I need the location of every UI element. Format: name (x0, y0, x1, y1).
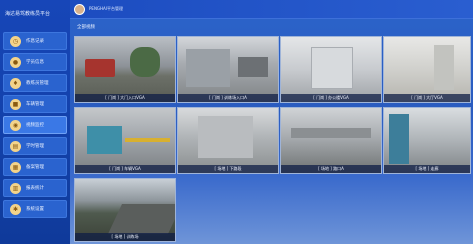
sidebar-item-label: 车辆管理 (26, 102, 44, 107)
header: PENGHAI平台管理 (70, 0, 473, 19)
file-icon: ▦ (10, 161, 21, 173)
camera-feed (75, 37, 175, 102)
book-icon: ▤ (10, 140, 21, 152)
sidebar-item-filing[interactable]: ▦ 备案管理 (3, 158, 67, 176)
coach-icon: ♦ (10, 77, 21, 89)
chart-icon: ▥ (10, 182, 21, 194)
sidebar-item-reports[interactable]: ▥ 报表统计 (3, 179, 67, 197)
camera-tile[interactable]: [ 门岗 ] 大厅VGA (383, 36, 471, 103)
sidebar-item-hours[interactable]: ▤ 学时管理 (3, 137, 67, 155)
camera-feed (281, 108, 381, 173)
sidebar-item-vehicles[interactable]: ■ 车辆管理 (3, 95, 67, 113)
camera-tile[interactable]: [ 场地 ] 下路段 (177, 107, 279, 174)
camera-tile[interactable]: [ 门岗 ] 大门入口VGA (74, 36, 176, 103)
camera-tile[interactable]: [ 门岗 ] 训练场入口A (177, 36, 279, 103)
camera-feed (281, 37, 381, 102)
sidebar-item-label: 学员信息 (26, 60, 44, 65)
camera-tile[interactable]: [ 场地 ] 路口A (280, 107, 382, 174)
sidebar-item-video[interactable]: ◉ 视频监控 (3, 116, 67, 134)
camera-caption: [ 门岗 ] 大门入口VGA (75, 94, 175, 102)
video-grid: 全部视频 [ 门岗 ] 大门入口VGA [ 门岗 ] 训练场入口A [ 门岗 ]… (70, 19, 473, 244)
camera-feed (75, 179, 175, 241)
sidebar-item-students[interactable]: ● 学员信息 (3, 53, 67, 71)
camera-caption: [ 场地 ] 下路段 (178, 165, 278, 173)
gear-icon: ✱ (10, 203, 21, 215)
sidebar-item-coaches[interactable]: ♦ 教练员管理 (3, 74, 67, 92)
sidebar: 海达易驾教练员平台 ◷ 作息记录 ● 学员信息 ♦ 教练员管理 ■ 车辆管理 ◉ 视频监控… (0, 0, 71, 244)
sidebar-item-label: 报表统计 (26, 186, 44, 191)
sidebar-item-label: 系统设置 (26, 207, 44, 212)
camera-feed (384, 108, 470, 173)
sidebar-item-attendance[interactable]: ◷ 作息记录 (3, 32, 67, 50)
camera-tile[interactable]: [ 场地 ] 训练场 (74, 178, 176, 242)
user-icon: ● (10, 56, 21, 68)
avatar[interactable] (74, 3, 85, 15)
sidebar-item-label: 作息记录 (26, 39, 44, 44)
camera-feed (384, 37, 470, 102)
camera-caption: [ 门岗 ] 大厅VGA (384, 94, 470, 102)
camera-caption: [ 门岗 ] 办公楼VGA (281, 94, 381, 102)
sidebar-item-settings[interactable]: ✱ 系统设置 (3, 200, 67, 218)
sidebar-item-label: 教练员管理 (26, 81, 49, 86)
camera-feed (75, 108, 175, 173)
camera-caption: [ 门岗 ] 车辆VGA (75, 165, 175, 173)
camera-feed (178, 37, 278, 102)
camera-feed (178, 108, 278, 173)
clock-icon: ◷ (10, 35, 21, 47)
app-title: 海达易驾教练员平台 (5, 11, 51, 17)
camera-caption: [ 场地 ] 训练场 (75, 233, 175, 241)
camera-caption: [ 场地 ] 走廊 (384, 165, 470, 173)
camera-caption: [ 门岗 ] 训练场入口A (178, 94, 278, 102)
camera-caption: [ 场地 ] 路口A (281, 165, 381, 173)
sidebar-item-label: 学时管理 (26, 144, 44, 149)
sidebar-item-label: 备案管理 (26, 165, 44, 170)
section-label: 全部视频 (77, 25, 95, 30)
car-icon: ■ (10, 98, 21, 110)
camera-tile[interactable]: [ 场地 ] 走廊 (383, 107, 471, 174)
sidebar-item-label: 视频监控 (26, 123, 44, 128)
camera-tile[interactable]: [ 门岗 ] 办公楼VGA (280, 36, 382, 103)
camera-icon: ◉ (10, 119, 21, 131)
header-title: PENGHAI平台管理 (89, 6, 123, 11)
camera-tile[interactable]: [ 门岗 ] 车辆VGA (74, 107, 176, 174)
